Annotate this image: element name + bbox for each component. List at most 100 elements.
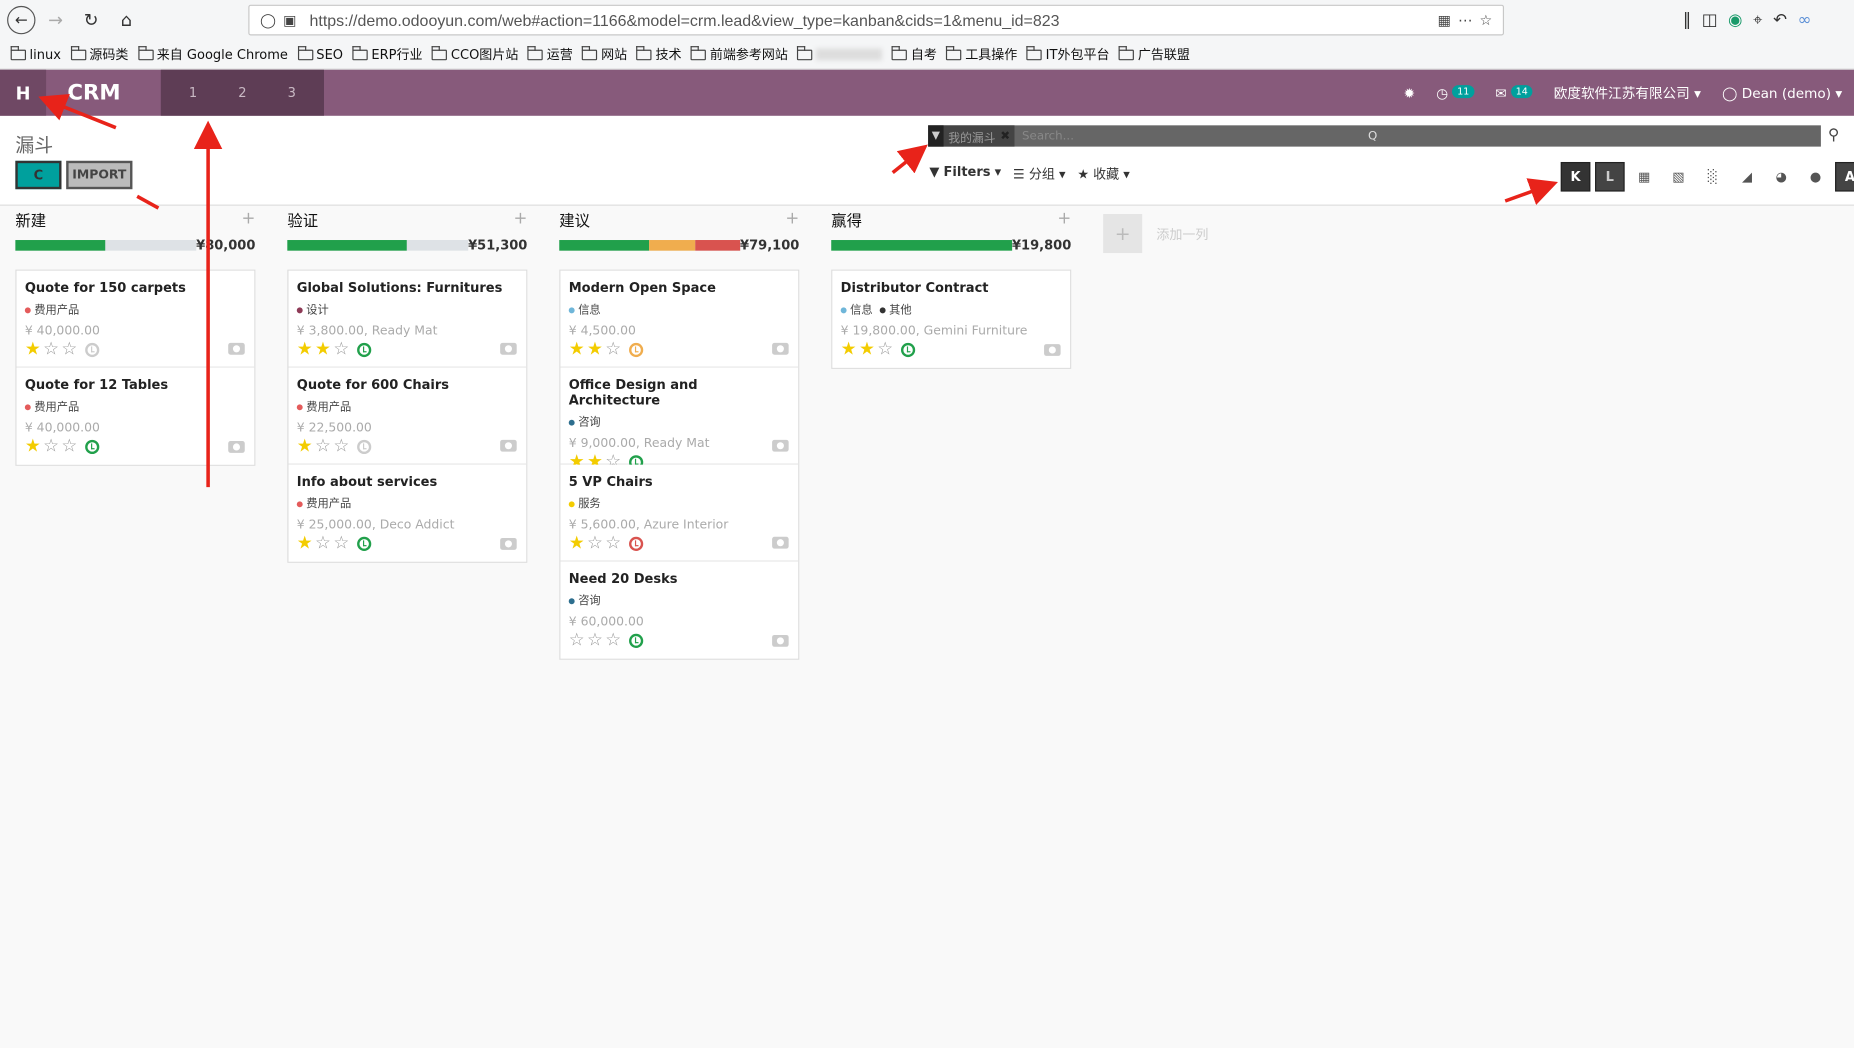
column-title[interactable]: 验证 [287,208,318,230]
priority-star-icon[interactable]: ☆ [333,437,349,455]
priority-star-icon[interactable]: ☆ [333,534,349,552]
reload-icon[interactable]: ↻ [76,5,107,36]
bookmark-star-icon[interactable]: ☆ [1479,12,1492,29]
bookmark-item[interactable]: 网站 [582,45,627,64]
priority-star-icon[interactable]: ☆ [587,631,603,649]
back-arrow-icon[interactable]: ← [7,5,36,35]
priority-star-icon[interactable]: ★ [297,534,313,552]
priority-star-icon[interactable]: ★ [569,534,585,552]
activity-clock-icon[interactable] [629,342,644,357]
menu-item-3[interactable]: 3 [269,85,315,100]
bookmark-item[interactable]: 前端参考网站 [690,45,788,64]
app-brand[interactable]: CRM [46,80,161,105]
kanban-card[interactable]: Quote for 150 carpets 费用产品 ¥ 40,000.00 ★ ☆ ☆ [16,270,255,368]
add-column-plus-icon[interactable]: + [1103,214,1143,254]
priority-star-icon[interactable]: ☆ [43,340,59,359]
kanban-view-button[interactable]: K [1560,161,1591,192]
progress-bar[interactable] [831,239,1013,251]
kanban-card[interactable]: Quote for 12 Tables 费用产品 ¥ 40,000.00 ★ ☆ ☆ [16,367,255,465]
column-title[interactable]: 赢得 [831,208,862,230]
search-icon[interactable]: ⚲ [1828,127,1839,145]
filters-dropdown[interactable]: ▼ Filters ▾ [929,164,1001,183]
kanban-card[interactable]: Need 20 Desks 咨询 ¥ 60,000.00 ☆ ☆ ☆ [560,561,799,659]
user-menu[interactable]: ◯ Dean (demo) ▾ [1722,85,1842,102]
priority-star-icon[interactable]: ★ [25,437,41,455]
priority-star-icon[interactable]: ★ [859,340,875,359]
crop-icon[interactable]: ⌖ [1753,11,1762,30]
bookmark-item[interactable]: 来自 Google Chrome [137,45,288,64]
priority-star-icon[interactable]: ★ [297,340,313,359]
activity-clock-icon[interactable] [85,439,100,454]
priority-star-icon[interactable]: ☆ [605,340,621,359]
sidebar-icon[interactable]: ◫ [1702,11,1718,30]
favorites-dropdown[interactable]: ★ 收藏 ▾ [1077,164,1129,183]
kanban-card[interactable]: Quote for 600 Chairs 费用产品 ¥ 22,500.00 ★ ☆ ☆ [288,367,527,465]
bookmark-item[interactable]: ERP行业 [352,45,423,64]
activity-clock-icon[interactable] [357,439,372,454]
bookmark-item[interactable]: 工具操作 [946,45,1017,64]
bookmark-item[interactable]: 运营 [527,45,573,64]
progress-segment[interactable] [694,239,741,251]
qr-code-icon[interactable]: ▦ [1438,12,1451,29]
quick-create-icon[interactable]: + [242,209,256,228]
bookmark-item[interactable] [797,46,883,61]
url-bar[interactable]: ◯ ▣ https://demo.odooyun.com/web#action=… [248,4,1505,36]
calendar-view-icon[interactable]: ▦ [1629,162,1659,192]
remove-facet-icon[interactable]: ✖ [1000,129,1010,142]
column-title[interactable]: 建议 [559,208,590,230]
more-options-icon[interactable]: ⋯ [1458,12,1472,29]
pivot-view-icon[interactable]: ▧ [1664,162,1694,192]
progress-bar[interactable] [287,239,469,251]
extension-icon[interactable]: ◉ [1728,11,1742,30]
graph-view-icon[interactable]: ░ [1698,162,1728,192]
search-bar[interactable]: ▼ 我的漏斗 ✖ Search... Q [928,125,1821,147]
priority-star-icon[interactable]: ★ [587,340,603,359]
home-icon[interactable]: ⌂ [111,5,142,36]
menu-item-2[interactable]: 2 [225,85,259,100]
priority-star-icon[interactable]: ☆ [61,340,77,359]
list-view-button[interactable]: L [1595,161,1625,192]
activity-clock-icon[interactable] [357,536,372,551]
dashboard-view-icon[interactable]: ◕ [1767,162,1797,192]
activity-clock-icon[interactable] [901,342,916,357]
quick-create-icon[interactable]: + [513,209,527,228]
company-switcher[interactable]: 欧度软件江苏有限公司 ▾ [1554,83,1701,102]
progress-segment[interactable] [649,239,695,251]
priority-star-icon[interactable]: ★ [297,437,313,455]
activity-clock-icon[interactable] [629,536,644,551]
forward-arrow-icon[interactable]: → [40,5,71,36]
progress-segment[interactable] [831,239,1013,251]
import-button[interactable]: IMPORT [66,160,133,190]
priority-star-icon[interactable]: ★ [569,340,585,359]
app-switcher-button[interactable]: H [0,69,47,116]
bug-icon[interactable]: ✹ [1404,85,1415,102]
priority-star-icon[interactable]: ☆ [43,437,59,455]
progress-segment[interactable] [559,239,650,251]
map-view-icon[interactable]: ● [1801,162,1831,192]
priority-star-icon[interactable]: ☆ [877,340,893,359]
kanban-card[interactable]: 5 VP Chairs 服务 ¥ 5,600.00, Azure Interior ★… [560,464,799,562]
kanban-card[interactable]: Global Solutions: Furnitures 设计 ¥ 3,800.00… [288,270,527,368]
priority-star-icon[interactable]: ☆ [605,631,621,649]
progress-bar[interactable] [559,239,741,251]
priority-star-icon[interactable]: ☆ [605,534,621,552]
cohort-view-icon[interactable]: ◢ [1732,162,1762,192]
priority-star-icon[interactable]: ☆ [569,631,585,649]
kanban-card[interactable]: Modern Open Space 信息 ¥ 4,500.00 ★ ★ ☆ [560,270,799,368]
activity-menu[interactable]: ◷ 11 [1436,84,1474,101]
bookmark-item[interactable]: IT外包平台 [1026,45,1109,64]
kanban-card[interactable]: Distributor Contract 信息 其他 ¥ 19,800.00, Gem… [832,270,1071,368]
create-button[interactable]: C [15,160,62,190]
kanban-card[interactable]: Info about services 费用产品 ¥ 25,000.00, Deco… [288,464,527,562]
quick-create-icon[interactable]: + [785,209,799,228]
bookmark-item[interactable]: 广告联盟 [1118,45,1190,64]
undo-icon[interactable]: ↶ [1773,11,1787,30]
progress-bar[interactable] [15,239,197,251]
kanban-card[interactable]: Office Design and Architecture 咨询 ¥ 9,000.… [560,367,799,470]
search-input[interactable]: Search... [1022,129,1074,142]
priority-star-icon[interactable]: ★ [841,340,857,359]
bookmark-item[interactable]: SEO [297,46,343,62]
groupby-dropdown[interactable]: ☰ 分组 ▾ [1013,164,1065,183]
activity-clock-icon[interactable] [629,633,644,648]
priority-star-icon[interactable]: ☆ [333,340,349,359]
